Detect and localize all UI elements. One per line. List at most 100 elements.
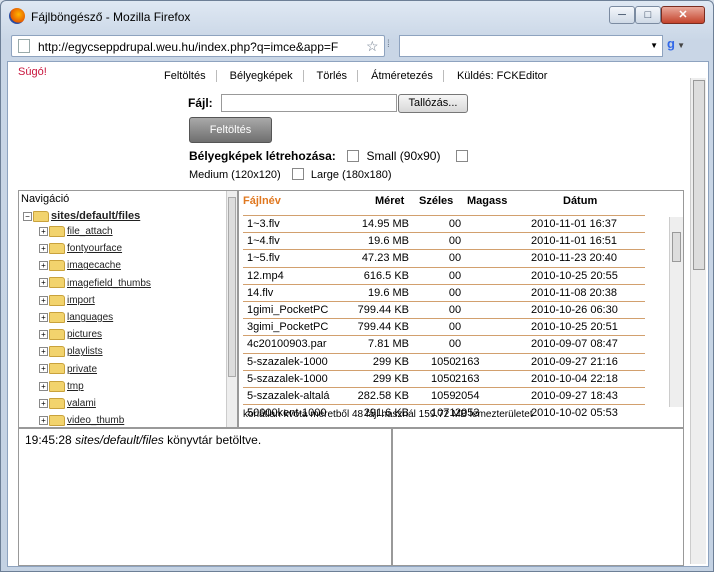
file-row[interactable]: 1gimi_PocketPC 799.44 KB 0 0 2010-10-26 06:3…	[243, 301, 645, 318]
tab-resize[interactable]: Átméretezés	[371, 70, 433, 82]
close-button[interactable]: ✕	[661, 6, 705, 24]
expand-icon[interactable]: +	[39, 330, 48, 340]
operation-tabs: Feltöltés Bélyegképek Törlés Átméretezés…	[164, 70, 557, 83]
bookmark-star-icon[interactable]: ☆	[366, 38, 379, 55]
tree-folder-item[interactable]: + valami	[39, 397, 96, 413]
page-scrollbar[interactable]	[690, 78, 706, 564]
large-checkbox[interactable]	[291, 168, 304, 180]
file-cell: 1~4.flv	[247, 235, 280, 248]
file-input[interactable]	[221, 94, 397, 112]
column-filename[interactable]: Fájlnév	[243, 195, 281, 207]
tab-delete[interactable]: Törlés	[317, 70, 348, 82]
file-cell: 0	[455, 252, 462, 265]
tree-folder-item[interactable]: + languages	[39, 311, 113, 327]
tree-folder-item[interactable]: + file_attach	[39, 225, 113, 241]
medium-checkbox[interactable]	[455, 150, 468, 162]
file-row[interactable]: 1~3.flv 14.95 MB 0 0 2010-11-01 16:37	[243, 215, 645, 232]
file-row[interactable]: 12.mp4 616.5 KB 0 0 2010-10-25 20:55	[243, 266, 645, 284]
file-row[interactable]: 3gimi_PocketPC 799.44 KB 0 0 2010-10-25 20:5…	[243, 318, 645, 335]
tree-folder-item[interactable]: + tmp	[39, 380, 84, 396]
imce-page: Súgó! Feltöltés Bélyegképek Törlés Átmér…	[7, 61, 709, 567]
tab-thumbnails[interactable]: Bélyegképek	[230, 70, 293, 82]
thumbnails-label: Bélyegképek létrehozása:	[189, 149, 336, 163]
file-cell: 0	[455, 269, 462, 282]
scrollbar-thumb[interactable]	[672, 232, 681, 262]
column-size[interactable]: Méret	[375, 195, 404, 207]
file-cell: 19.6 MB	[368, 235, 409, 248]
small-checkbox[interactable]	[347, 150, 360, 162]
tab-send-fckeditor[interactable]: Küldés: FCKEditor	[457, 70, 547, 82]
scrollbar-thumb[interactable]	[228, 197, 236, 377]
file-cell: 1gimi_PocketPC	[247, 304, 329, 316]
tree-folder-item[interactable]: + imagefield_thumbs	[39, 277, 151, 293]
file-row[interactable]: 4c20100903.par 7.81 MB 0 0 2010-09-07 08:47	[243, 335, 645, 352]
file-cell: 12.mp4	[247, 269, 284, 282]
expand-icon[interactable]: +	[39, 244, 48, 254]
tree-scrollbar[interactable]	[226, 191, 237, 427]
expand-icon[interactable]: +	[39, 226, 48, 236]
file-row[interactable]: 5-szazalek-1000 299 KB 1050 2163 2010-10-04 …	[243, 369, 645, 387]
file-cell: 5-szazalek-altalá	[247, 390, 330, 402]
column-date[interactable]: Dátum	[563, 195, 597, 207]
search-box[interactable]: ▼	[399, 35, 663, 57]
splitter-grip-icon[interactable]: ⁞	[387, 39, 395, 51]
file-cell: 799.44 KB	[357, 304, 409, 316]
column-width[interactable]: Széles	[419, 195, 453, 207]
file-cell: 0	[455, 338, 462, 351]
expand-icon[interactable]: +	[39, 347, 48, 357]
file-cell: 0	[455, 286, 462, 299]
expand-icon[interactable]: +	[39, 295, 48, 305]
collapse-icon[interactable]: −	[23, 211, 32, 221]
expand-icon[interactable]: +	[39, 261, 48, 271]
tree-folder-item[interactable]: + video_thumb	[39, 414, 124, 427]
navigation-bar: http://egycseppdrupal.weu.hu/index.php?q…	[7, 33, 707, 61]
tree-folder-item[interactable]: + pictures	[39, 328, 102, 344]
file-label: Fájl:	[188, 96, 213, 110]
file-cell: 282.58 KB	[357, 390, 409, 402]
address-bar[interactable]: http://egycseppdrupal.weu.hu/index.php?q…	[11, 35, 385, 57]
tab-separator	[302, 70, 304, 83]
file-row[interactable]: 5-szazalek-1000 299 KB 1050 2163 2010-09-27 …	[243, 352, 645, 370]
file-row[interactable]: 14.flv 19.6 MB 0 0 2010-11-08 20:38	[243, 283, 645, 301]
expand-icon[interactable]: +	[39, 312, 48, 322]
google-search-icon[interactable]: g ▼	[667, 36, 701, 56]
expand-icon[interactable]: +	[39, 398, 48, 408]
tree-folder-item[interactable]: + playlists	[39, 345, 103, 361]
minimize-button[interactable]: ─	[609, 6, 635, 24]
tab-upload[interactable]: Feltöltés	[164, 70, 206, 82]
large-label: Large (180x180)	[310, 169, 392, 181]
tree-folder-item[interactable]: + fontyourface	[39, 242, 122, 258]
file-row[interactable]: 1~4.flv 19.6 MB 0 0 2010-11-01 16:51	[243, 232, 645, 249]
tree-folder-item[interactable]: + imagecache	[39, 259, 121, 275]
file-row[interactable]: 5-szazalek-altalá 282.58 KB 1059 2054 2010-0…	[243, 387, 645, 404]
tree-folder-item[interactable]: + private	[39, 363, 97, 379]
file-cell: 14.95 MB	[361, 218, 409, 230]
help-link[interactable]: Súgó!	[18, 66, 47, 78]
expand-icon[interactable]: +	[39, 278, 48, 288]
scrollbar-thumb[interactable]	[693, 80, 705, 270]
browser-window: Fájlböngésző - Mozilla Firefox ─ □ ✕ htt…	[0, 0, 714, 572]
navigation-title: Navigáció	[21, 193, 70, 205]
upload-button[interactable]: Feltöltés	[189, 117, 272, 143]
file-cell: 0	[448, 235, 455, 248]
file-row[interactable]: 1~5.flv 47.23 MB 0 0 2010-11-23 20:40	[243, 249, 645, 266]
file-cell: 616.5 KB	[363, 269, 409, 282]
tree-folder-item[interactable]: + import	[39, 294, 95, 310]
expand-icon[interactable]: +	[39, 364, 48, 374]
file-cell: 1~5.flv	[247, 252, 280, 265]
maximize-button[interactable]: □	[635, 6, 661, 24]
file-cell: 2010-10-26 06:30	[531, 304, 618, 316]
dropdown-arrow-icon[interactable]: ▼	[650, 41, 658, 50]
file-cell: 0	[455, 321, 462, 334]
file-list-scrollbar[interactable]	[669, 217, 683, 407]
file-cell: 2010-10-25 20:51	[531, 321, 618, 334]
expand-icon[interactable]: +	[39, 416, 48, 426]
column-height[interactable]: Magass	[467, 195, 507, 207]
log-message: 19:45:28 sites/default/files könyvtár be…	[25, 433, 262, 447]
file-cell: 0	[448, 321, 455, 334]
folder-icon	[49, 225, 65, 237]
file-cell: 2054	[455, 390, 480, 402]
expand-icon[interactable]: +	[39, 381, 48, 391]
tree-root[interactable]: − sites/default/files	[23, 209, 140, 225]
browse-button[interactable]: Tallózás...	[398, 94, 468, 113]
